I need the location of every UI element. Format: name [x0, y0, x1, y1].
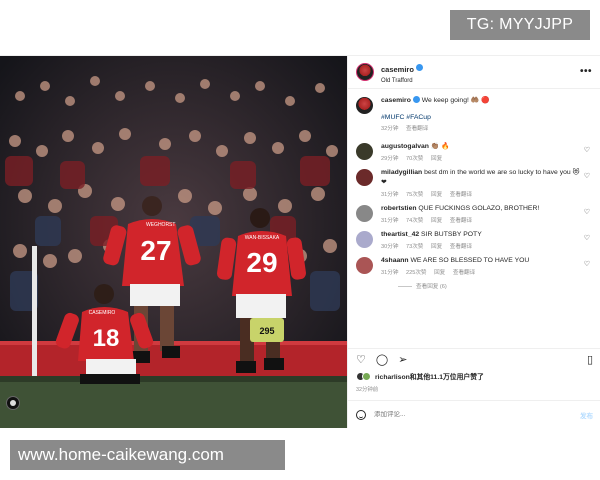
author-avatar[interactable] — [356, 63, 374, 81]
comment-item: 4shaann WE ARE SO BLESSED TO HAVE YOU 31… — [356, 256, 592, 276]
comment-translate[interactable]: 查看翻译 — [450, 192, 472, 198]
likes-text[interactable]: 和其他11.1万位用户赞了 — [410, 374, 484, 381]
caption-hashtags[interactable]: #MUFC #FACup — [381, 114, 581, 121]
comment-username[interactable]: theartist_42 — [381, 231, 419, 238]
likes-username[interactable]: richarlison — [375, 374, 410, 381]
post-date: 32分钟前 — [356, 387, 379, 393]
shirt-name-right: WAN-BISSAKA — [245, 235, 280, 241]
comment-time: 31分钟 — [381, 217, 399, 224]
tagged-user-icon[interactable] — [6, 396, 20, 410]
bookmark-icon[interactable]: ▯ — [587, 353, 593, 366]
comment-like-heart-icon[interactable]: ♡ — [584, 146, 590, 154]
like-heart-icon[interactable]: ♡ — [356, 353, 366, 366]
emoji-icon[interactable] — [356, 409, 366, 420]
shirt-number-right: 29 — [246, 247, 277, 278]
post-header: casemiro Old Trafford ••• — [348, 56, 600, 89]
comment-reply[interactable]: 回复 — [431, 192, 442, 198]
comment-like-heart-icon[interactable]: ♡ — [584, 260, 590, 268]
instagram-post: WEGHORST 27 WAN-BISSAKA 29 CASEMIRO 18 2… — [0, 55, 600, 428]
comment-username[interactable]: augustogalvan — [381, 143, 429, 150]
photo-number-295: 295 — [259, 326, 274, 336]
comment-item: miladygillian best dm in the world we ar… — [356, 168, 592, 198]
commenter-avatar[interactable] — [356, 230, 373, 248]
caption-text: We keep going! 🤲🏽 🔴 — [421, 97, 490, 104]
caption-time: 32分钟 — [381, 126, 399, 133]
commenter-avatar[interactable] — [356, 143, 373, 161]
comment-text: QUE FUCKINGS GOLAZO, BROTHER! — [418, 204, 540, 212]
caption-translate[interactable]: 查看翻译 — [406, 126, 428, 132]
comment-translate[interactable]: 查看翻译 — [453, 270, 475, 276]
comment-text: SIR BUTSBY POTY — [421, 230, 482, 238]
post-sidebar: casemiro Old Trafford ••• casemiro We ke… — [347, 56, 600, 428]
comment-time: 31分钟 — [381, 191, 399, 198]
comments-list: casemiro We keep going! 🤲🏽 🔴 #MUFC #FACu… — [348, 89, 600, 337]
post-actions: ♡ ◯ ➢ ▯ — [348, 348, 600, 370]
comment-reply[interactable]: 回复 — [431, 218, 442, 224]
commenter-avatar[interactable] — [356, 257, 373, 275]
shirt-name-front: CASEMIRO — [89, 310, 116, 316]
caption-username[interactable]: casemiro — [381, 97, 411, 104]
comment-text: 👏🏽 🔥 — [430, 143, 450, 151]
comment-time: 30分钟 — [381, 244, 399, 251]
post-location[interactable]: Old Trafford — [381, 78, 423, 85]
comment-reply[interactable]: 回复 — [431, 156, 442, 162]
comment-like-heart-icon[interactable]: ♡ — [584, 172, 590, 180]
comment-translate[interactable]: 查看翻译 — [450, 244, 472, 250]
comment-time: 31分钟 — [381, 270, 399, 277]
comment-like-heart-icon[interactable]: ♡ — [584, 234, 590, 242]
comment-reply[interactable]: 回复 — [431, 244, 442, 250]
comment-likes[interactable]: 70次赞 — [406, 156, 423, 162]
caption-avatar[interactable] — [356, 97, 373, 114]
post-photo[interactable]: WEGHORST 27 WAN-BISSAKA 29 CASEMIRO 18 2… — [0, 56, 347, 428]
likes-summary[interactable]: richarlison和其他11.1万位用户赞了 — [356, 371, 484, 381]
comment-item: theartist_42 SIR BUTSBY POTY 30分钟 73次赞 回… — [356, 230, 592, 250]
more-horizontal-icon[interactable]: ••• — [580, 66, 592, 77]
comment-bubble-icon[interactable]: ◯ — [376, 353, 388, 366]
comment-text: WE ARE SO BLESSED TO HAVE YOU — [410, 257, 530, 265]
comment-likes[interactable]: 74次赞 — [406, 218, 423, 224]
caption: casemiro We keep going! 🤲🏽 🔴 #MUFC #FACu… — [356, 95, 592, 133]
view-replies-link[interactable]: 查看回复 (6) — [398, 282, 592, 290]
liker-avatar — [362, 371, 371, 381]
comment-likes[interactable]: 75次赞 — [406, 192, 423, 198]
verified-icon — [412, 95, 420, 103]
commenter-avatar[interactable] — [356, 204, 373, 222]
post-comment-button[interactable]: 发布 — [580, 410, 593, 420]
stadium-photo: WEGHORST 27 WAN-BISSAKA 29 CASEMIRO 18 2… — [0, 56, 347, 428]
comment-reply[interactable]: 回复 — [434, 270, 445, 276]
shirt-number-front: 18 — [93, 325, 120, 352]
shirt-number-left: 27 — [140, 235, 171, 266]
comment-likes[interactable]: 73次赞 — [406, 244, 423, 250]
comment-like-heart-icon[interactable]: ♡ — [584, 208, 590, 216]
comment-translate[interactable]: 查看翻译 — [450, 218, 472, 224]
comment-username[interactable]: 4shaann — [381, 257, 409, 264]
watermark-top: TG: MYYJJPP — [450, 10, 590, 40]
author-username[interactable]: casemiro — [381, 65, 414, 75]
share-send-icon[interactable]: ➢ — [398, 353, 407, 366]
verified-icon — [415, 63, 423, 71]
shirt-name-left: WEGHORST — [146, 222, 175, 228]
commenter-avatar[interactable] — [356, 169, 373, 187]
comment-item: augustogalvan 👏🏽 🔥 29分钟 70次赞 回复 ♡ — [356, 142, 592, 162]
comment-username[interactable]: robertstien — [381, 205, 417, 212]
add-comment-bar: 发布 — [348, 400, 600, 428]
comment-username[interactable]: miladygillian — [381, 169, 422, 176]
watermark-bottom: www.home-caikewang.com — [10, 440, 285, 470]
comment-likes[interactable]: 225次赞 — [406, 270, 427, 276]
comment-input[interactable] — [374, 411, 554, 418]
comment-time: 29分钟 — [381, 156, 399, 163]
comment-item: robertstien QUE FUCKINGS GOLAZO, BROTHER… — [356, 204, 592, 224]
